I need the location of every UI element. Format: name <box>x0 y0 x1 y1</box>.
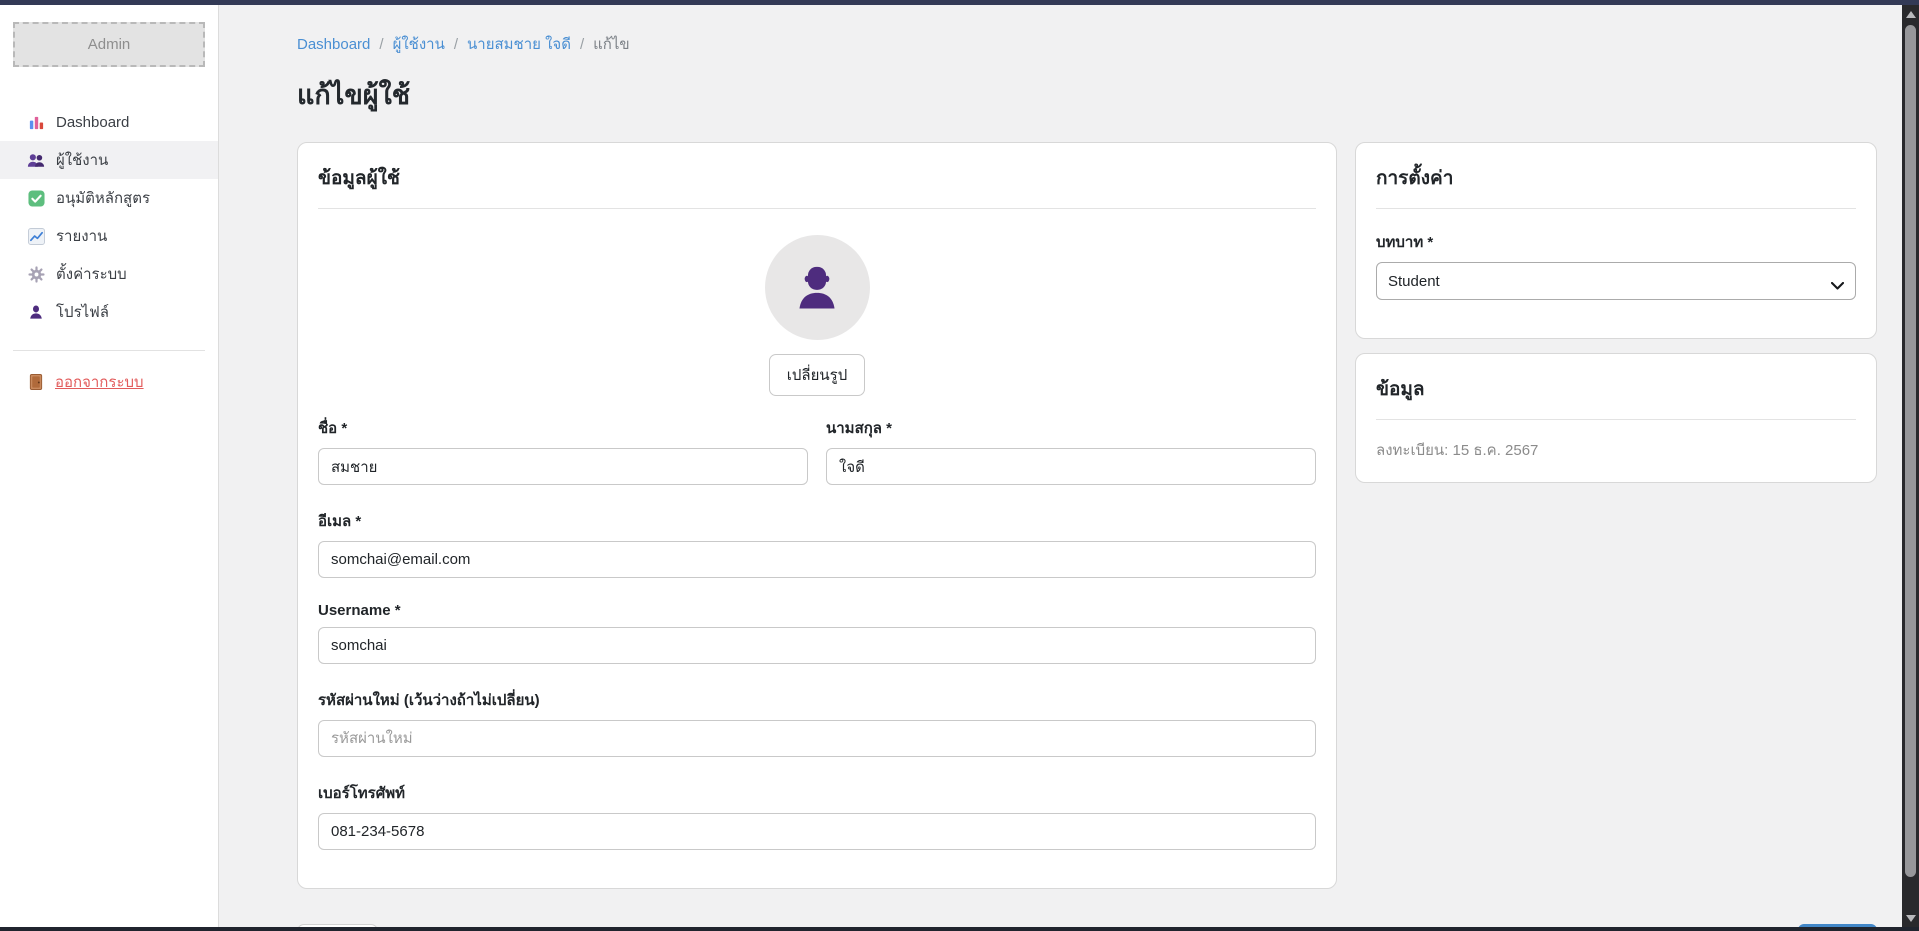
sidebar-item-reports[interactable]: รายงาน <box>0 217 218 255</box>
sidebar-item-label: Dashboard <box>56 114 129 131</box>
window-title-bar <box>0 0 1919 5</box>
phone-field-group: เบอร์โทรศัพท์ <box>318 781 1316 850</box>
line-chart-icon <box>27 227 45 245</box>
avatar-person-icon <box>788 259 846 317</box>
main-content: Dashboard / ผู้ใช้งาน / นายสมชาย ใจดี / … <box>219 5 1902 927</box>
breadcrumb-current: แก้ไข <box>593 32 630 56</box>
sidebar-item-label: อนุมัติหลักสูตร <box>56 186 150 210</box>
last-name-label: นามสกุล * <box>826 416 1316 440</box>
breadcrumb-separator: / <box>454 36 458 53</box>
breadcrumb-separator: / <box>379 36 383 53</box>
sidebar-divider <box>13 350 205 351</box>
app-layout: Admin Dashboard <box>0 5 1902 927</box>
admin-logo-label: Admin <box>88 36 131 53</box>
user-info-card-title: ข้อมูลผู้ใช้ <box>318 163 1316 193</box>
door-icon <box>27 373 45 391</box>
settings-card-title: การตั้งค่า <box>1376 163 1856 193</box>
email-field-group: อีเมล * <box>318 509 1316 578</box>
vertical-scrollbar[interactable] <box>1902 5 1919 927</box>
scrollbar-thumb[interactable] <box>1905 25 1916 877</box>
first-name-field-group: ชื่อ * <box>318 416 808 485</box>
last-name-field[interactable] <box>826 448 1316 485</box>
info-card-title: ข้อมูล <box>1376 374 1856 404</box>
breadcrumb-dashboard[interactable]: Dashboard <box>297 36 370 53</box>
card-divider <box>1376 419 1856 420</box>
breadcrumb-separator: / <box>580 36 584 53</box>
sidebar-item-label: ตั้งค่าระบบ <box>56 262 127 286</box>
scrollbar-down-arrow[interactable] <box>1902 909 1919 927</box>
admin-logo: Admin <box>13 22 205 67</box>
card-divider <box>1376 208 1856 209</box>
new-password-field[interactable] <box>318 720 1316 757</box>
sidebar-item-approve-courses[interactable]: อนุมัติหลักสูตร <box>0 179 218 217</box>
scrollbar-up-arrow[interactable] <box>1902 5 1919 23</box>
breadcrumb-user-name[interactable]: นายสมชาย ใจดี <box>467 32 571 56</box>
person-icon <box>27 303 45 321</box>
breadcrumb-users[interactable]: ผู้ใช้งาน <box>393 32 445 56</box>
password-label: รหัสผ่านใหม่ (เว้นว่างถ้าไม่เปลี่ยน) <box>318 688 1316 712</box>
card-divider <box>318 208 1316 209</box>
name-field-row: ชื่อ * นามสกุล * <box>318 416 1316 485</box>
sidebar-item-system-settings[interactable]: ตั้งค่าระบบ <box>0 255 218 293</box>
username-field-group: Username * <box>318 602 1316 664</box>
role-label: บทบาท * <box>1376 230 1856 254</box>
registered-date-text: ลงทะเบียน: 15 ธ.ค. 2567 <box>1376 438 1856 462</box>
sidebar: Admin Dashboard <box>0 5 219 927</box>
logout-link[interactable]: ออกจากระบบ <box>0 370 218 394</box>
settings-card: การตั้งค่า บทบาท * Student <box>1355 142 1877 339</box>
sidebar-item-label: โปรไฟล์ <box>56 300 109 324</box>
username-label: Username * <box>318 602 1316 619</box>
users-icon <box>27 151 45 169</box>
sidebar-item-profile[interactable]: โปรไฟล์ <box>0 293 218 331</box>
sidebar-item-label: รายงาน <box>56 224 107 248</box>
gear-icon <box>27 265 45 283</box>
first-name-label: ชื่อ * <box>318 416 808 440</box>
right-column: การตั้งค่า บทบาท * Student <box>1355 142 1877 483</box>
page-title: แก้ไขผู้ใช้ <box>297 73 1877 116</box>
logout-label: ออกจากระบบ <box>55 370 144 394</box>
email-field[interactable] <box>318 541 1316 578</box>
phone-field[interactable] <box>318 813 1316 850</box>
role-select-wrap: Student <box>1376 262 1856 300</box>
email-label: อีเมล * <box>318 509 1316 533</box>
info-card: ข้อมูล ลงทะเบียน: 15 ธ.ค. 2567 <box>1355 353 1877 483</box>
username-field[interactable] <box>318 627 1316 664</box>
first-name-field[interactable] <box>318 448 808 485</box>
user-info-card: ข้อมูลผู้ใช้ เปลี่ยนรูป <box>297 142 1337 889</box>
triangle-down-icon <box>1906 915 1916 922</box>
triangle-up-icon <box>1906 11 1916 18</box>
password-field-group: รหัสผ่านใหม่ (เว้นว่างถ้าไม่เปลี่ยน) <box>318 688 1316 757</box>
avatar <box>765 235 870 340</box>
sidebar-item-label: ผู้ใช้งาน <box>56 148 108 172</box>
phone-label: เบอร์โทรศัพท์ <box>318 781 1316 805</box>
avatar-section: เปลี่ยนรูป <box>318 235 1316 396</box>
last-name-field-group: นามสกุล * <box>826 416 1316 485</box>
role-select[interactable]: Student <box>1376 262 1856 300</box>
sidebar-nav: Dashboard ผู้ใช้งาน <box>0 103 218 331</box>
breadcrumb: Dashboard / ผู้ใช้งาน / นายสมชาย ใจดี / … <box>297 32 1877 56</box>
content-grid: ข้อมูลผู้ใช้ เปลี่ยนรูป <box>297 142 1877 889</box>
approve-check-icon <box>27 189 45 207</box>
window-bottom-bar <box>0 927 1919 931</box>
bar-chart-icon <box>27 113 45 131</box>
sidebar-item-users[interactable]: ผู้ใช้งาน <box>0 141 218 179</box>
sidebar-item-dashboard[interactable]: Dashboard <box>0 103 218 141</box>
change-photo-button[interactable]: เปลี่ยนรูป <box>769 354 865 396</box>
